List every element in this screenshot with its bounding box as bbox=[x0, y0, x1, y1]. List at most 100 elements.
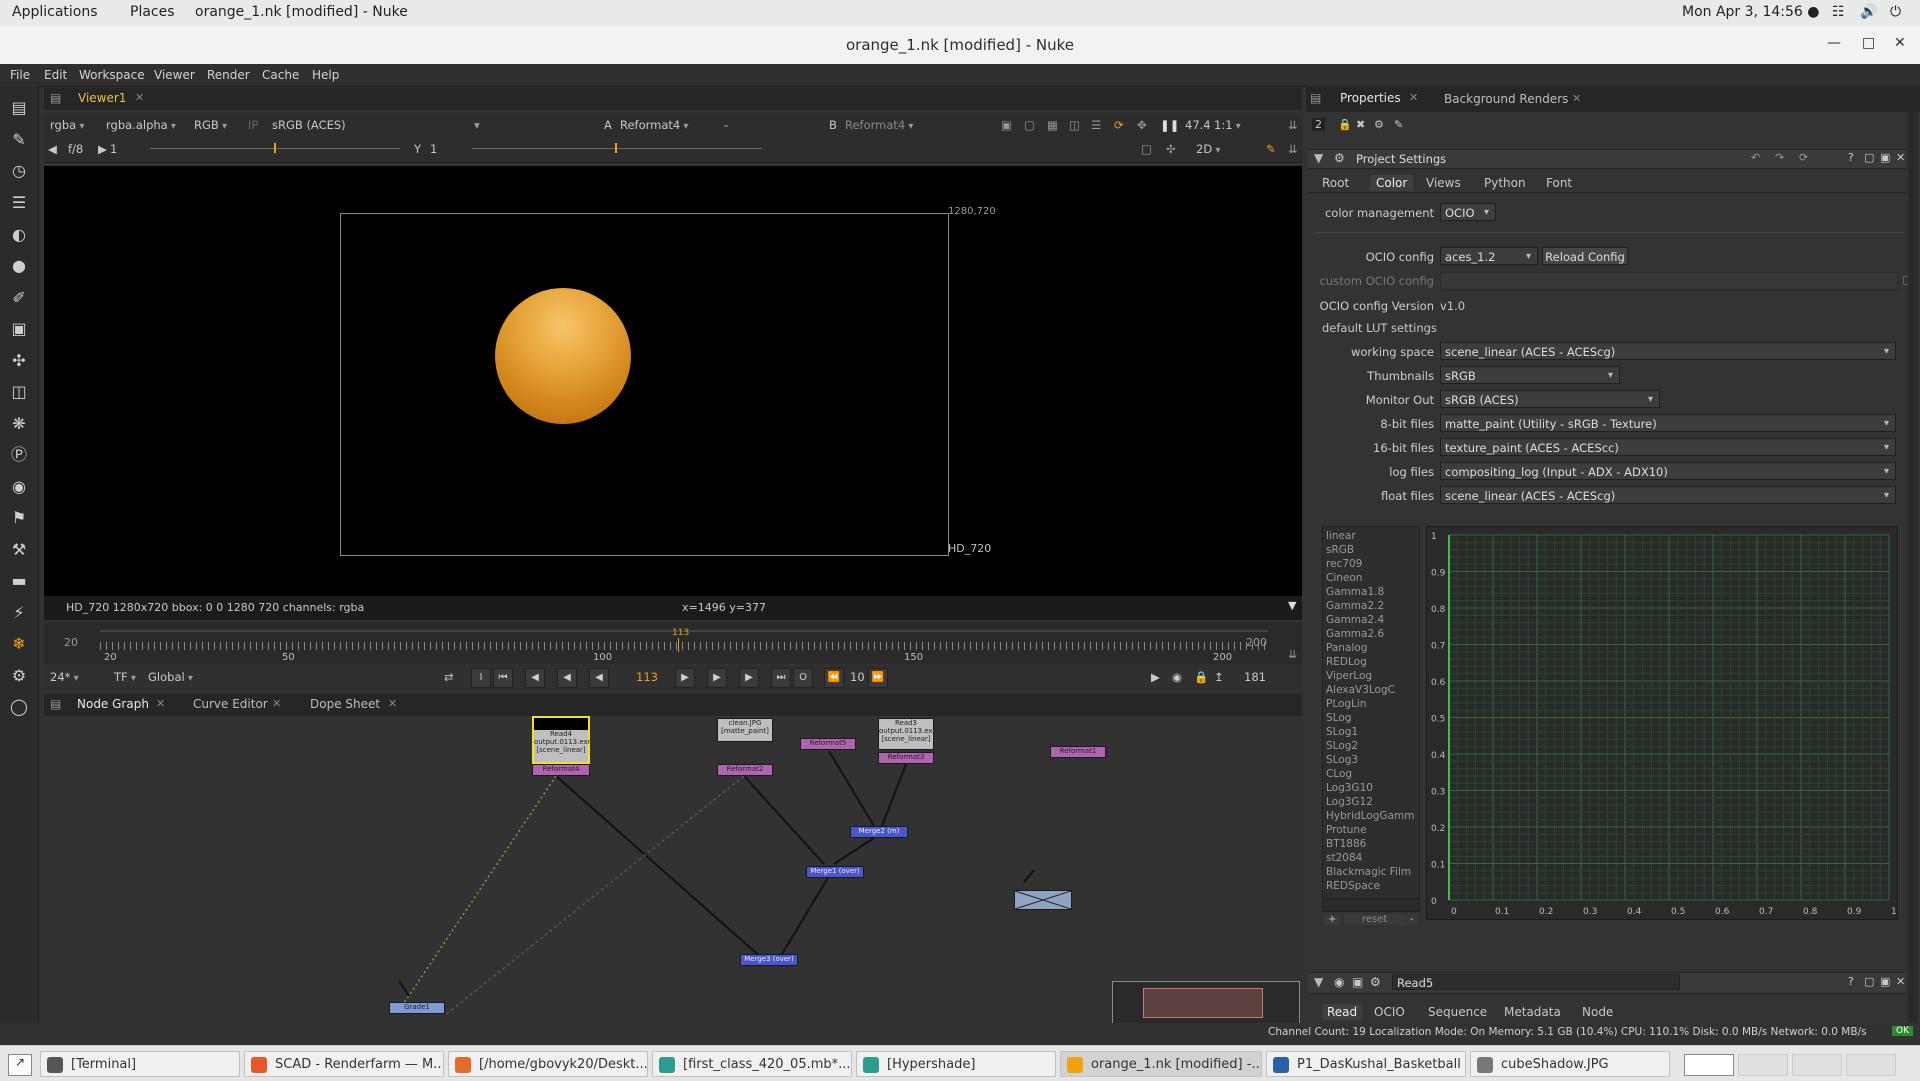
node-grade1[interactable]: Grade1 bbox=[389, 1002, 445, 1014]
node-reformat2[interactable]: Reformat2 bbox=[717, 764, 773, 776]
metadata-icon[interactable]: ⚑ bbox=[9, 508, 29, 528]
pause-render-icon[interactable]: ✥ bbox=[1137, 117, 1147, 133]
clock[interactable]: Mon Apr 3, 14:56 ● bbox=[1682, 4, 1819, 20]
input-b-dropdown[interactable]: Reformat4 bbox=[845, 117, 913, 133]
workspace-switcher-3[interactable] bbox=[1792, 1054, 1842, 1076]
taskbar-item[interactable]: SCAD - Renderfarm — M... bbox=[244, 1051, 444, 1077]
lut-list-item[interactable]: st2084 bbox=[1326, 851, 1416, 865]
help-icon[interactable]: ? bbox=[1848, 975, 1854, 988]
chevron-down-icon[interactable]: ▾ bbox=[474, 117, 480, 133]
input-a-dropdown[interactable]: Reformat4 bbox=[620, 117, 688, 133]
close-panel-icon[interactable]: ✕ bbox=[1896, 151, 1905, 164]
minimize-panel-icon[interactable]: ▢ bbox=[1864, 975, 1874, 988]
flipbook-icon[interactable]: ▶ bbox=[1151, 669, 1160, 685]
menu-viewer[interactable]: Viewer bbox=[154, 68, 195, 82]
pane-menu-icon[interactable]: ▤ bbox=[50, 91, 61, 105]
lut-list-item[interactable]: Gamma2.6 bbox=[1326, 627, 1416, 641]
node-read4[interactable]: Read4 output.0113.exr [scene_linear] bbox=[532, 716, 591, 764]
timeline-in-point[interactable]: 20 bbox=[64, 636, 78, 649]
node-reformat3[interactable]: Reformat3 bbox=[878, 752, 934, 764]
16bit-files-dropdown[interactable]: texture_paint (ACES - ACEScc) bbox=[1440, 438, 1896, 457]
lut-list-item[interactable]: AlexaV3LogC bbox=[1326, 683, 1416, 697]
remove-lut-button[interactable]: - bbox=[1406, 914, 1418, 925]
toolsets-icon[interactable]: ⚒ bbox=[9, 540, 29, 560]
taskbar-item[interactable]: cubeShadow.JPG bbox=[1470, 1051, 1670, 1077]
taskbar-item[interactable]: P1_DasKushal_Basketball bbox=[1266, 1051, 1466, 1077]
lut-list-item[interactable]: SLog2 bbox=[1326, 739, 1416, 753]
node-merge1[interactable]: Merge1 (over) bbox=[806, 866, 864, 878]
add-lut-button[interactable]: + bbox=[1324, 914, 1341, 925]
close-icon[interactable]: ✕ bbox=[1572, 92, 1581, 105]
deep-icon[interactable]: Ⓟ bbox=[9, 445, 29, 465]
lut-list-item[interactable]: Cineon bbox=[1326, 571, 1416, 585]
workspace-switcher-2[interactable] bbox=[1738, 1054, 1788, 1076]
transform-icon[interactable]: ✣ bbox=[9, 351, 29, 371]
custom-ocio-field[interactable] bbox=[1440, 272, 1898, 290]
alpha-dropdown[interactable]: rgba.alpha bbox=[106, 117, 176, 133]
undo-icon[interactable]: ↶ bbox=[1751, 151, 1760, 164]
project-settings-header[interactable]: ▼ ⚙ Project Settings ↶ ↷ ⟳ ? ▢ ▣ ✕ bbox=[1308, 149, 1906, 169]
roi-select-icon[interactable]: □ bbox=[1141, 141, 1152, 157]
in-point-button[interactable]: I bbox=[471, 668, 491, 688]
prev-key-button[interactable]: ◀ bbox=[525, 668, 545, 688]
tab-python[interactable]: Python bbox=[1484, 176, 1526, 190]
paint-icon[interactable]: ✎ bbox=[9, 130, 29, 150]
nuke-logo-icon[interactable]: ◯ bbox=[9, 697, 29, 717]
pause-icon[interactable]: ❚❚ bbox=[1160, 117, 1179, 133]
lut-list[interactable]: linear sRGB rec709 Cineon Gamma1.8 Gamma2.2 Ga… bbox=[1322, 526, 1420, 904]
node-merge2[interactable]: Merge2 (m) bbox=[850, 826, 908, 838]
network-icon[interactable]: ☷ bbox=[1832, 4, 1845, 20]
max-panels-field[interactable]: 2 bbox=[1312, 118, 1325, 131]
lut-list-item[interactable]: SLog3 bbox=[1326, 753, 1416, 767]
lut-list-item[interactable]: SLog bbox=[1326, 711, 1416, 725]
places-menu[interactable]: Places bbox=[130, 4, 175, 20]
float-files-dropdown[interactable]: scene_linear (ACES - ACEScg) bbox=[1440, 486, 1896, 505]
node-read3[interactable]: Read3 output.0113.exr [scene_linear] bbox=[878, 718, 936, 750]
tab-read[interactable]: Read bbox=[1322, 1004, 1363, 1020]
lut-list-item[interactable]: Log3G10 bbox=[1326, 781, 1416, 795]
3d-icon[interactable]: ◫ bbox=[9, 382, 29, 402]
proxy-icon[interactable]: ▢ bbox=[1024, 117, 1035, 133]
thumbnails-dropdown[interactable]: sRGB bbox=[1440, 366, 1620, 385]
disable-icon[interactable]: ◉ bbox=[1334, 975, 1344, 989]
close-icon[interactable]: ✕ bbox=[272, 697, 281, 710]
display-channel-dropdown[interactable]: RGB bbox=[194, 117, 227, 133]
lut-icon[interactable]: ☰ bbox=[1091, 117, 1101, 133]
lut-list-item[interactable]: Gamma1.8 bbox=[1326, 585, 1416, 599]
tab-curve-editor[interactable]: Curve Editor bbox=[193, 697, 268, 711]
taskbar-item[interactable]: orange_1.nk [modified] -... bbox=[1060, 1051, 1262, 1077]
chevron-down-icon[interactable]: ▼ bbox=[1288, 599, 1296, 612]
play-button[interactable]: ▶ bbox=[675, 668, 695, 688]
frame-step-field[interactable]: 10 bbox=[850, 669, 865, 685]
pane-menu-icon[interactable]: ▤ bbox=[50, 697, 61, 711]
minimize-button[interactable]: — bbox=[1827, 35, 1841, 51]
gizmo-icon[interactable]: ⚙ bbox=[9, 666, 29, 686]
ocio-config-dropdown[interactable]: aces_1.2 bbox=[1440, 247, 1538, 266]
time-icon[interactable]: ◷ bbox=[9, 161, 29, 181]
taskbar-item[interactable]: [Hypershade] bbox=[856, 1051, 1056, 1077]
color-icon[interactable]: ◐ bbox=[9, 225, 29, 245]
menu-file[interactable]: File bbox=[10, 68, 30, 82]
tab-sequence[interactable]: Sequence bbox=[1428, 1005, 1487, 1019]
tab-viewer1[interactable]: Viewer1 bbox=[78, 91, 126, 105]
particles-icon[interactable]: ❋ bbox=[9, 414, 29, 434]
viewer-icon[interactable]: ▤ bbox=[9, 98, 29, 118]
prev-frame-button[interactable]: ◀ bbox=[557, 668, 577, 688]
tf-dropdown[interactable]: TF bbox=[114, 669, 136, 685]
lut-list-item[interactable]: sRGB bbox=[1326, 543, 1416, 557]
expand-icon[interactable]: ⇊ bbox=[1288, 117, 1298, 133]
lut-list-item[interactable]: SLog1 bbox=[1326, 725, 1416, 739]
first-frame-button[interactable]: ⏮ bbox=[493, 668, 513, 688]
lut-list-item[interactable]: PLogLin bbox=[1326, 697, 1416, 711]
current-frame-marker[interactable]: 113 bbox=[672, 628, 689, 638]
overlay-icon[interactable]: ◫ bbox=[1069, 117, 1080, 133]
menu-render[interactable]: Render bbox=[207, 68, 250, 82]
end-frame-field[interactable]: 181 bbox=[1244, 669, 1266, 685]
channel-icon[interactable]: ☰ bbox=[9, 193, 29, 213]
draw-icon[interactable]: ✐ bbox=[9, 288, 29, 308]
lock-icon[interactable]: 🔒 bbox=[1338, 118, 1352, 131]
close-icon[interactable]: ✕ bbox=[388, 697, 397, 710]
fps-dropdown[interactable]: 24* bbox=[50, 669, 79, 685]
tab-properties[interactable]: Properties bbox=[1340, 91, 1401, 105]
colorspace-dropdown[interactable]: sRGB (ACES) bbox=[272, 117, 482, 133]
